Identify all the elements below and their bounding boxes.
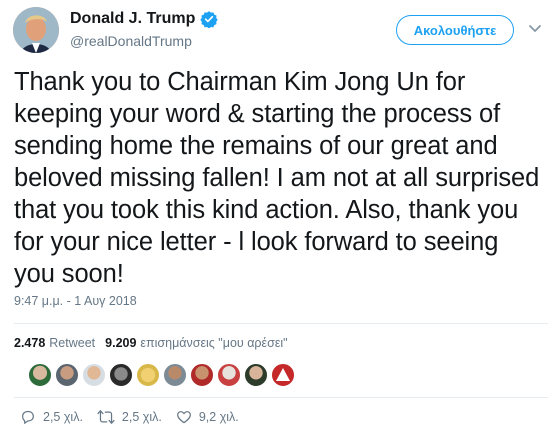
reply-count: 2,5 χιλ.: [43, 410, 83, 424]
liker-avatar[interactable]: [136, 363, 160, 387]
liker-avatar[interactable]: [190, 363, 214, 387]
liker-avatar[interactable]: [109, 363, 133, 387]
like-button[interactable]: 9,2 χιλ.: [176, 409, 239, 425]
liker-avatar[interactable]: [244, 363, 268, 387]
tweet-stats: 2.478 Retweet 9.209 επισημάνσεις "μου αρ…: [14, 336, 288, 350]
liker-avatar[interactable]: [271, 363, 295, 387]
author-avatar[interactable]: [13, 7, 59, 53]
tweet-actions: 2,5 χιλ. 2,5 χιλ. 9,2 χιλ.: [20, 409, 253, 425]
retweet-icon: [97, 410, 115, 424]
author-handle[interactable]: @realDonaldTrump: [70, 33, 218, 49]
like-count: 9,2 χιλ.: [198, 410, 239, 424]
follow-button[interactable]: Ακολουθήστε: [396, 15, 514, 45]
liker-avatar[interactable]: [55, 363, 79, 387]
retweet-button[interactable]: 2,5 χιλ.: [97, 409, 162, 425]
liker-avatar[interactable]: [28, 363, 52, 387]
like-icon: [176, 411, 191, 424]
author-display-name[interactable]: Donald J. Trump: [70, 10, 195, 28]
retweets-count[interactable]: 2.478: [14, 336, 45, 350]
retweet-count: 2,5 χιλ.: [121, 410, 162, 424]
tweet-text: Thank you to Chairman Kim Jong Un for ke…: [14, 68, 540, 288]
retweets-label[interactable]: Retweet: [49, 336, 95, 350]
liker-avatar[interactable]: [163, 363, 187, 387]
liker-avatar[interactable]: [217, 363, 241, 387]
verified-badge-icon: [200, 11, 219, 28]
tweet-timestamp[interactable]: 9:47 μ.μ. - 1 Αυγ 2018: [14, 294, 137, 308]
chevron-down-icon[interactable]: [528, 24, 542, 34]
likes-label[interactable]: επισημάνσεις "μου αρέσει": [140, 336, 287, 350]
divider: [14, 397, 548, 398]
likes-count[interactable]: 9.209: [105, 336, 136, 350]
reply-icon: [22, 410, 34, 424]
liker-avatar[interactable]: [82, 363, 106, 387]
liker-avatars: [28, 363, 295, 387]
divider: [14, 323, 548, 324]
reply-button[interactable]: 2,5 χιλ.: [20, 409, 83, 425]
